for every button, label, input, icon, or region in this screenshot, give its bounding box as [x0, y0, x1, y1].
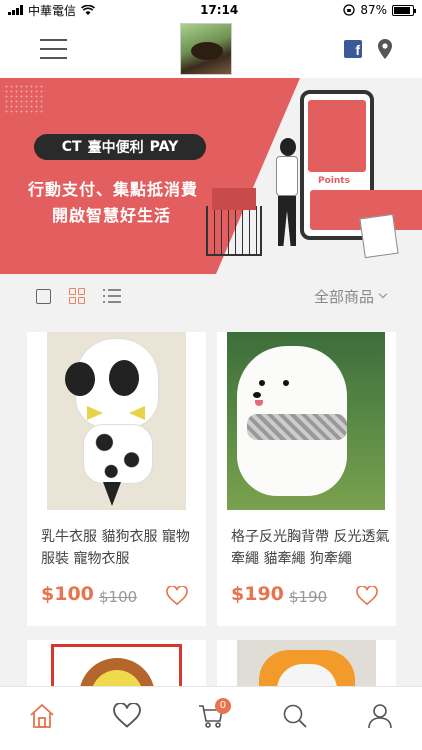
clock: 17:14	[200, 3, 239, 17]
banner-pay: PAY	[149, 139, 179, 155]
banner-brand-suffix: 臺中便利	[87, 140, 144, 156]
product-card[interactable]: 乳牛衣服 貓狗衣服 寵物服裝 寵物衣服 $100 $100	[27, 332, 206, 626]
person-illustration	[270, 138, 304, 248]
product-price: $190	[231, 583, 284, 605]
filter-label: 全部商品	[313, 287, 374, 306]
grid-view-icon[interactable]	[69, 288, 85, 304]
banner-dots	[4, 84, 44, 114]
location-pin-icon[interactable]	[378, 39, 392, 59]
single-view-icon[interactable]	[36, 288, 51, 304]
header-icons: f	[344, 39, 392, 59]
product-title[interactable]: 格子反光胸背帶 反光透氣牽繩 貓牽繩 狗牽繩	[231, 526, 391, 570]
banner-logo: CT 臺中便利 PAY	[34, 134, 206, 160]
phone-points-label: Points	[318, 176, 350, 186]
list-view-icon[interactable]	[103, 289, 121, 303]
nav-favorites[interactable]	[107, 696, 147, 736]
product-card[interactable]: 格子反光胸背帶 反光透氣牽繩 貓牽繩 狗牽繩 $190 $190	[217, 332, 396, 626]
banner-brand: CT	[61, 139, 82, 155]
user-icon	[367, 703, 392, 728]
banner-subheadline: 開啟智慧好生活	[52, 206, 172, 225]
search-icon	[284, 704, 307, 728]
product-title[interactable]: 乳牛衣服 貓狗衣服 寵物服裝 寵物衣服	[41, 526, 201, 570]
signal-icon	[8, 5, 23, 15]
nav-home[interactable]	[22, 696, 62, 736]
wifi-icon	[81, 4, 95, 15]
orientation-lock-icon	[343, 4, 355, 16]
status-left: 中華電信	[8, 2, 95, 19]
nav-account[interactable]	[360, 696, 400, 736]
bottom-nav: 0	[0, 686, 422, 750]
nav-search[interactable]	[275, 696, 315, 736]
carrier-name: 中華電信	[28, 3, 77, 18]
hamburger-icon[interactable]	[40, 39, 67, 59]
product-image[interactable]	[227, 332, 385, 510]
product-price: $100	[41, 583, 94, 605]
app-header: f	[0, 20, 422, 78]
shopping-cart-illustration	[206, 188, 262, 256]
product-image[interactable]	[47, 332, 186, 510]
facebook-icon[interactable]: f	[344, 40, 362, 58]
shopping-bag-illustration	[359, 213, 399, 259]
chevron-down-icon	[378, 289, 388, 299]
category-filter[interactable]: 全部商品	[313, 286, 388, 307]
heart-icon[interactable]	[356, 586, 378, 606]
heart-icon	[112, 702, 141, 728]
battery-icon	[391, 4, 416, 16]
heart-icon[interactable]	[166, 586, 188, 606]
banner-headline: 行動支付、集點抵消費	[28, 180, 199, 199]
dog-logo[interactable]	[179, 23, 232, 75]
cart-count-badge: 0	[214, 697, 231, 714]
listing-toolbar: 全部商品	[0, 274, 422, 318]
status-bar: 中華電信 17:14 87%	[0, 0, 422, 20]
battery-percent: 87%	[360, 3, 387, 17]
promo-banner[interactable]: CT 臺中便利 PAY 行動支付、集點抵消費 開啟智慧好生活 Points	[0, 78, 422, 274]
status-right: 87%	[343, 3, 416, 17]
home-icon	[30, 703, 54, 728]
product-original-price: $190	[289, 588, 328, 606]
product-original-price: $100	[99, 588, 138, 606]
nav-cart[interactable]: 0	[191, 696, 231, 736]
